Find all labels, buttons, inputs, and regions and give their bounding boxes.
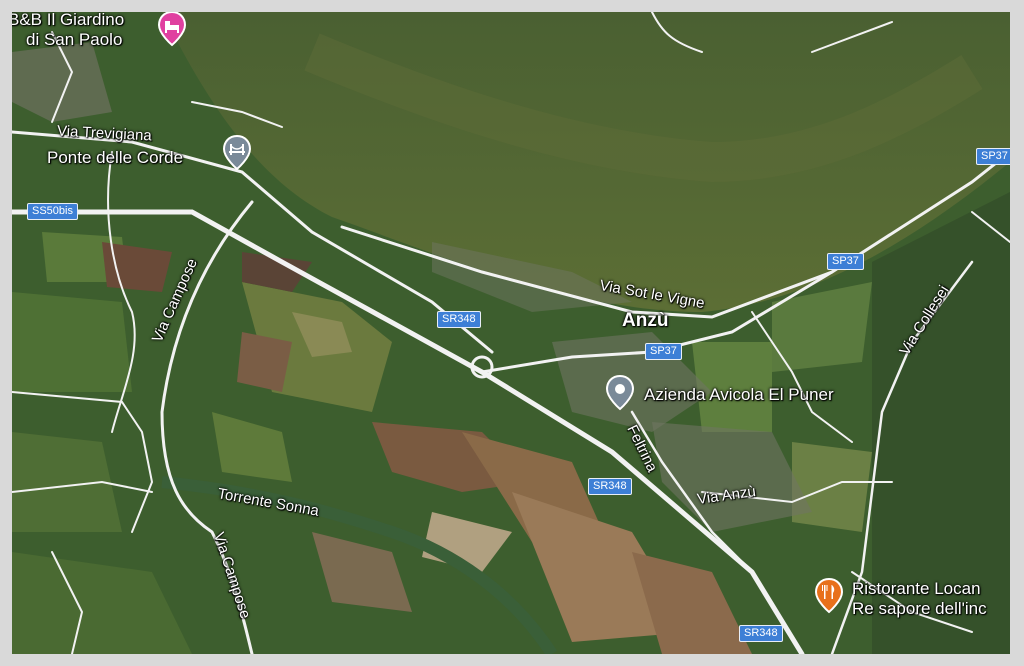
- poi-azienda-label[interactable]: Azienda Avicola El Puner: [644, 385, 834, 405]
- poi-bnb-line1[interactable]: B&B Il Giardino: [12, 12, 124, 30]
- route-shield-sr348-b: SR348: [588, 478, 632, 495]
- route-shield-sr348-c: SR348: [739, 625, 783, 642]
- fork-knife-icon[interactable]: [814, 577, 844, 615]
- route-shield-sp37-a: SP37: [976, 148, 1010, 165]
- place-label-anzu[interactable]: Anzù: [622, 310, 668, 332]
- route-shield-sp37-b: SP37: [827, 253, 864, 270]
- location-pin-icon[interactable]: [605, 374, 635, 412]
- bridge-icon[interactable]: [222, 134, 252, 172]
- poi-ristorante-line2[interactable]: Re sapore dell'inc: [852, 599, 987, 619]
- route-shield-ss50bis: SS50bis: [27, 203, 78, 220]
- poi-ponte-label[interactable]: Ponte delle Corde: [47, 148, 183, 168]
- route-shield-sr348-a: SR348: [437, 311, 481, 328]
- satellite-map[interactable]: B&B Il Giardino di San Paolo Ponte delle…: [12, 12, 1010, 654]
- poi-bnb-line2[interactable]: di San Paolo: [26, 30, 122, 50]
- poi-ristorante-line1[interactable]: Ristorante Locan: [852, 579, 981, 599]
- route-shield-sp37-c: SP37: [645, 343, 682, 360]
- bed-icon[interactable]: [157, 12, 187, 48]
